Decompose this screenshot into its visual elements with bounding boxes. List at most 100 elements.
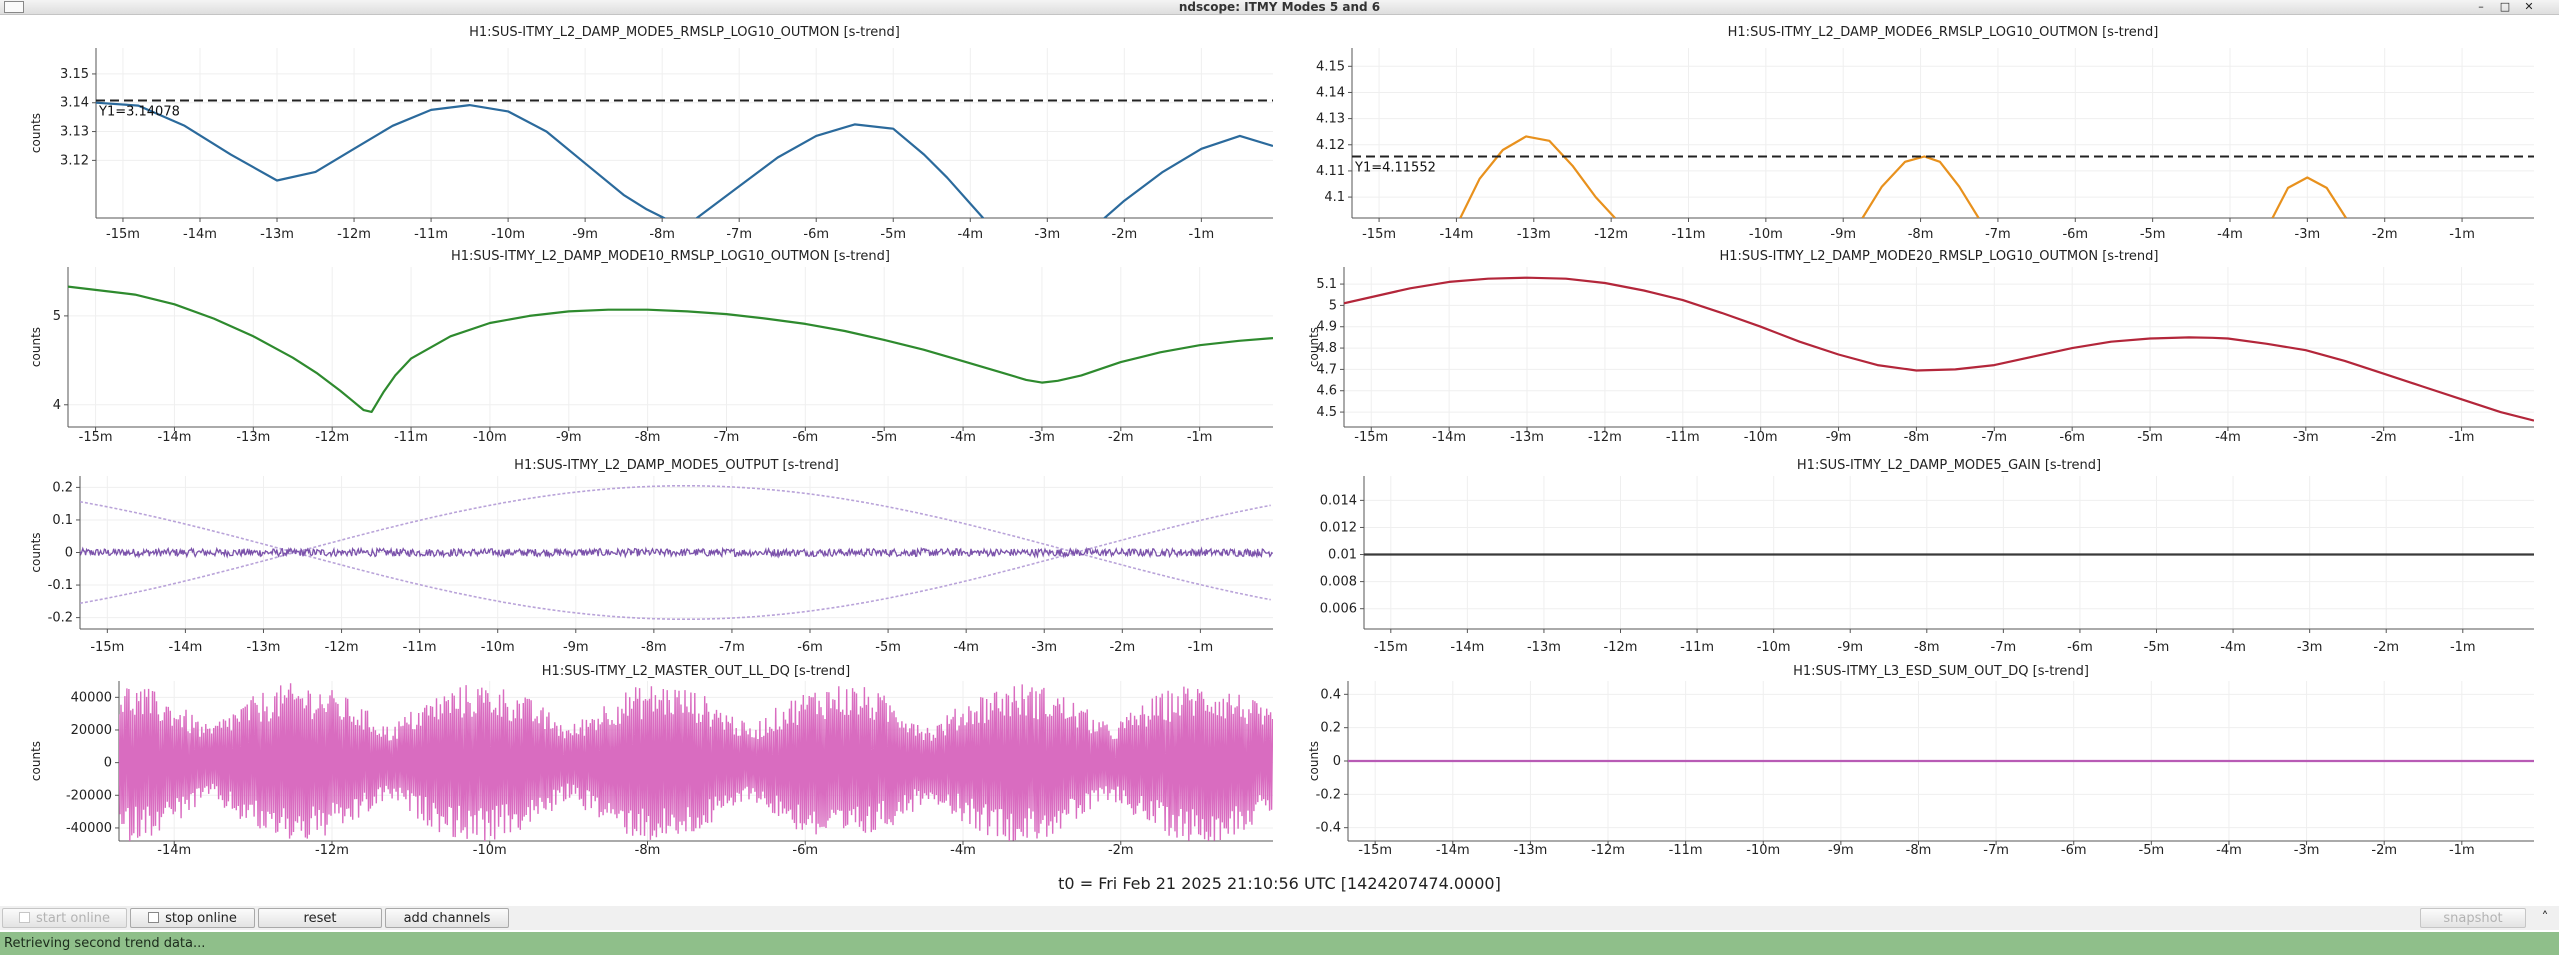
- window-minimize-icon[interactable]: –: [2471, 0, 2491, 14]
- y-cursor-label: Y1=4.11552: [1354, 160, 1436, 175]
- x-tick-label: -10m: [491, 227, 525, 242]
- x-tick-label: -5m: [871, 430, 897, 445]
- start-online-button[interactable]: start online: [2, 908, 127, 928]
- x-tick-label: -1m: [1188, 640, 1214, 655]
- plot-esd-sum-out[interactable]: H1:SUS-ITMY_L3_ESD_SUM_OUT_DQ [s-trend] -…: [1307, 664, 2534, 858]
- x-tick-label: -13m: [1527, 640, 1561, 655]
- x-tick-label: -14m: [1439, 227, 1473, 242]
- plot-area: [96, 101, 1273, 218]
- x-tick-label: -5m: [2144, 640, 2170, 655]
- x-tick-label: -6m: [2067, 640, 2093, 655]
- y-tick-label: 5: [53, 309, 61, 324]
- x-tick-label: -13m: [1510, 430, 1544, 445]
- plot-mode5-gain[interactable]: H1:SUS-ITMY_L2_DAMP_MODE5_GAIN [s-trend]…: [1320, 458, 2534, 655]
- window-close-icon[interactable]: ✕: [2519, 0, 2539, 14]
- y-tick-label: 0.4: [1320, 687, 1341, 702]
- series-line-0: [96, 101, 1273, 218]
- y-tick-label: -0.2: [1316, 787, 1341, 802]
- x-tick-label: -4m: [950, 430, 976, 445]
- x-tick-label: -14m: [183, 227, 217, 242]
- y-tick-label: 5.1: [1316, 277, 1337, 292]
- plot-title: H1:SUS-ITMY_L2_DAMP_MODE10_RMSLP_LOG10_O…: [451, 249, 890, 264]
- y-tick-label: 4.12: [1316, 138, 1345, 153]
- plot-title: H1:SUS-ITMY_L3_ESD_SUM_OUT_DQ [s-trend]: [1793, 664, 2089, 679]
- x-tick-label: -12m: [1588, 430, 1622, 445]
- expand-arrow-icon[interactable]: ˄: [2535, 908, 2555, 928]
- x-tick-label: -8m: [1904, 430, 1930, 445]
- x-tick-label: -7m: [719, 640, 745, 655]
- y-axis-label: counts: [1307, 741, 1321, 781]
- x-tick-label: -11m: [1666, 430, 1700, 445]
- x-tick-label: -2m: [1112, 227, 1138, 242]
- x-tick-label: -2m: [1108, 430, 1134, 445]
- x-tick-label: -1m: [2450, 640, 2476, 655]
- y-tick-label: 4.1: [1324, 190, 1345, 205]
- x-tick-label: -6m: [793, 430, 819, 445]
- x-tick-label: -6m: [792, 843, 818, 858]
- window-maximize-icon[interactable]: □: [2495, 0, 2515, 14]
- stop-online-button[interactable]: stop online: [130, 908, 255, 928]
- x-tick-label: -2m: [2371, 430, 2397, 445]
- y-tick-label: 4.6: [1316, 384, 1337, 399]
- x-tick-label: -4m: [2217, 227, 2243, 242]
- x-tick-label: -13m: [1513, 843, 1547, 858]
- status-bar: Retrieving second trend data...: [0, 932, 2559, 955]
- x-tick-label: -11m: [1672, 227, 1706, 242]
- y-tick-label: -0.4: [1316, 821, 1341, 836]
- plot-title: H1:SUS-ITMY_L2_DAMP_MODE6_RMSLP_LOG10_OU…: [1728, 25, 2159, 40]
- x-tick-label: -13m: [260, 227, 294, 242]
- x-tick-label: -5m: [880, 227, 906, 242]
- x-tick-label: -6m: [2061, 843, 2087, 858]
- x-tick-label: -3m: [2293, 430, 2319, 445]
- plot-mode6-rmslp[interactable]: H1:SUS-ITMY_L2_DAMP_MODE6_RMSLP_LOG10_OU…: [1316, 25, 2534, 242]
- x-tick-label: -7m: [1983, 843, 2009, 858]
- series-line-0: [1344, 276, 2534, 422]
- y-tick-label: -20000: [66, 788, 112, 803]
- x-tick-label: -8m: [1906, 843, 1932, 858]
- plot-mode5-output[interactable]: H1:SUS-ITMY_L2_DAMP_MODE5_OUTPUT [s-tren…: [29, 458, 1273, 655]
- x-tick-label: -15m: [1354, 430, 1388, 445]
- x-tick-label: -6m: [797, 640, 823, 655]
- x-tick-label: -9m: [572, 227, 598, 242]
- x-tick-label: -13m: [247, 640, 281, 655]
- x-tick-label: -9m: [1826, 430, 1852, 445]
- x-tick-label: -11m: [394, 430, 428, 445]
- x-tick-label: -13m: [236, 430, 270, 445]
- add-channels-button[interactable]: add channels: [385, 908, 509, 928]
- window-title: ndscope: ITMY Modes 5 and 6: [1178, 0, 1381, 14]
- x-tick-label: -9m: [1828, 843, 1854, 858]
- x-tick-label: -14m: [1450, 640, 1484, 655]
- plot-area: [1459, 135, 2347, 218]
- plot-master-out-ll[interactable]: H1:SUS-ITMY_L2_MASTER_OUT_LL_DQ [s-trend…: [29, 664, 1273, 858]
- plot-mode10-rmslp[interactable]: H1:SUS-ITMY_L2_DAMP_MODE10_RMSLP_LOG10_O…: [29, 249, 1273, 445]
- signal-line: [119, 683, 1273, 841]
- x-tick-label: -14m: [168, 640, 202, 655]
- x-tick-label: -10m: [1749, 227, 1783, 242]
- y-cursor-label: Y1=3.14078: [98, 104, 180, 119]
- x-tick-label: -10m: [473, 430, 507, 445]
- checkbox-icon: [18, 912, 30, 923]
- x-tick-label: -2m: [1108, 843, 1134, 858]
- x-tick-label: -7m: [714, 430, 740, 445]
- plot-mode20-rmslp[interactable]: H1:SUS-ITMY_L2_DAMP_MODE20_RMSLP_LOG10_O…: [1307, 249, 2534, 445]
- y-tick-label: -0.1: [48, 578, 73, 593]
- envelope-lower-line: [80, 551, 1271, 621]
- y-tick-label: 4: [53, 398, 61, 413]
- plot-area: [1344, 276, 2534, 422]
- y-tick-label: 3.12: [60, 153, 89, 168]
- x-tick-label: -12m: [337, 227, 371, 242]
- x-tick-label: -2m: [2372, 227, 2398, 242]
- plot-mode5-rmslp[interactable]: H1:SUS-ITMY_L2_DAMP_MODE5_RMSLP_LOG10_OU…: [29, 25, 1273, 242]
- x-tick-label: -12m: [315, 843, 349, 858]
- x-tick-label: -3m: [2297, 640, 2323, 655]
- snapshot-button[interactable]: snapshot: [2420, 908, 2526, 928]
- x-tick-label: -7m: [1981, 430, 2007, 445]
- x-tick-label: -6m: [2059, 430, 2085, 445]
- y-tick-label: 3.14: [60, 96, 89, 111]
- reset-button[interactable]: reset: [258, 908, 382, 928]
- y-axis-label: counts: [29, 532, 43, 572]
- x-tick-label: -11m: [403, 640, 437, 655]
- x-tick-label: -4m: [2216, 843, 2242, 858]
- x-tick-label: -10m: [1757, 640, 1791, 655]
- y-tick-label: 5: [1329, 298, 1337, 313]
